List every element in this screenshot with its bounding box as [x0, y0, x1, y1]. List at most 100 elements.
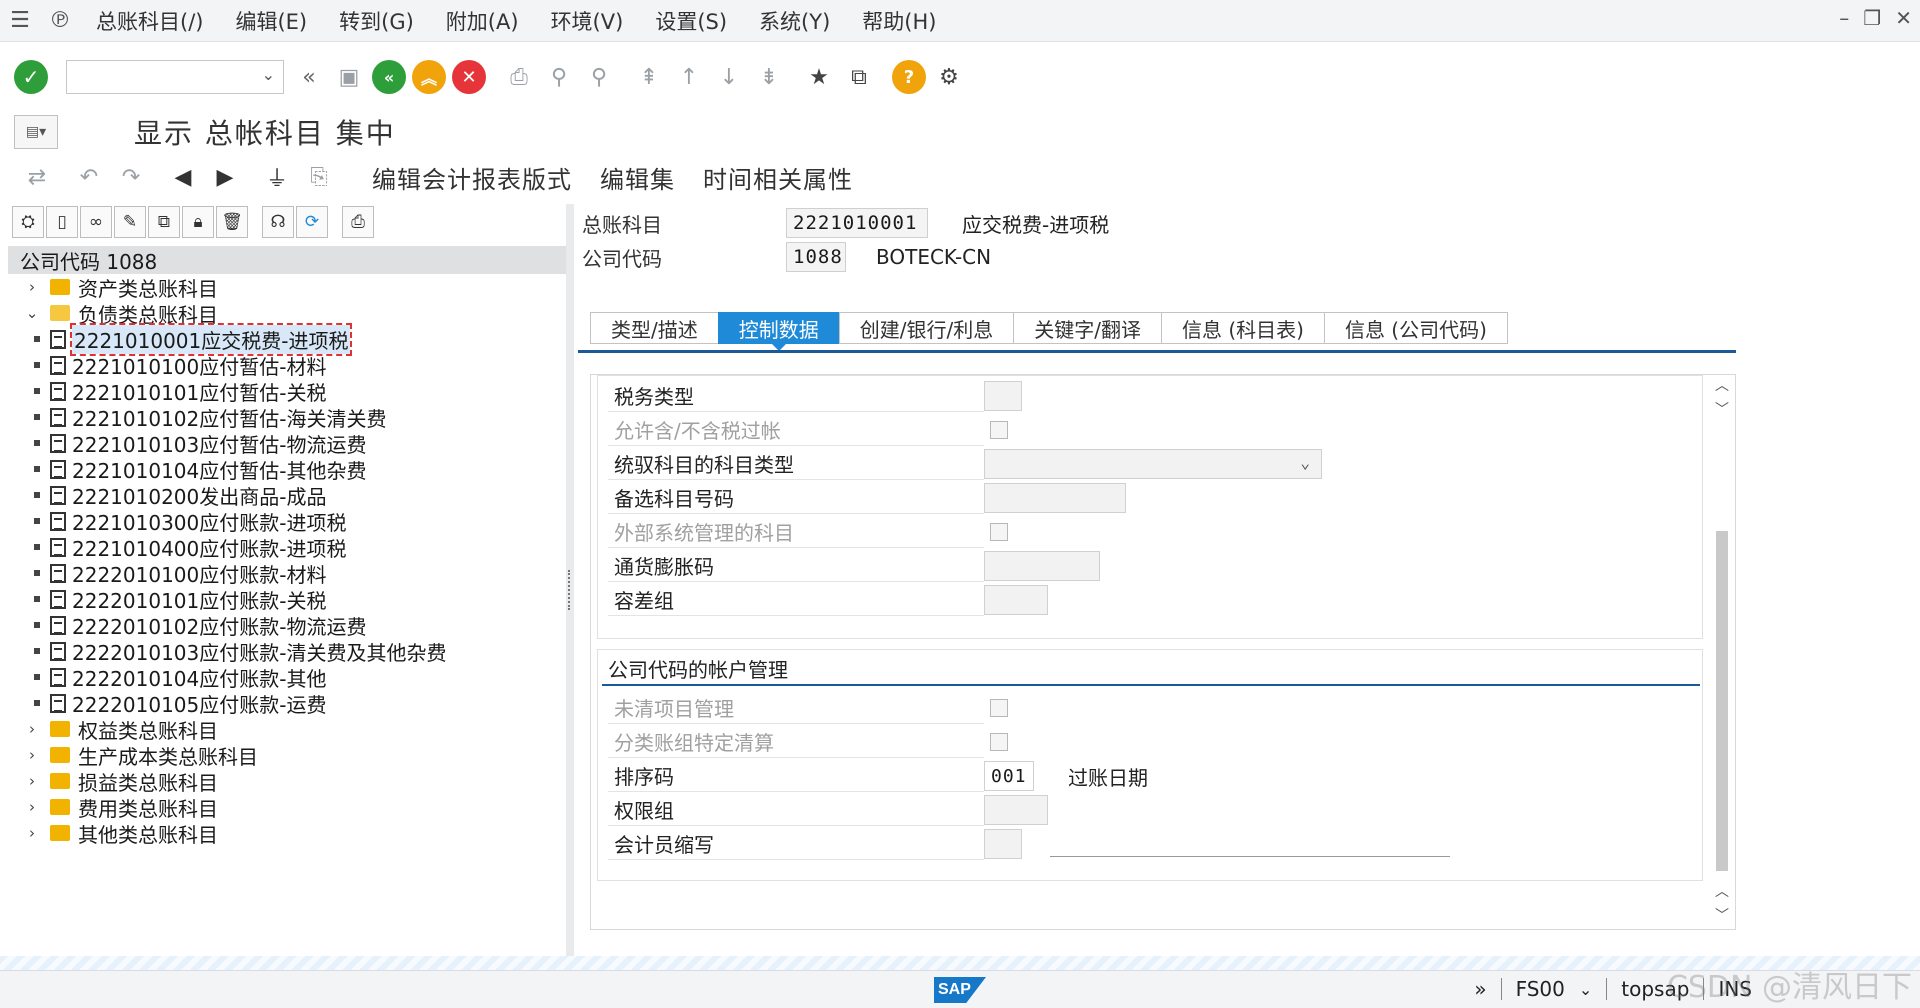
gl-account-field[interactable]: 2221010001: [786, 208, 928, 238]
restore-icon[interactable]: ❐: [1863, 6, 1881, 30]
scroll-up-bottom-icon[interactable]: ︿: [1712, 881, 1732, 905]
scroll-down-bottom-icon[interactable]: ﹀: [1712, 905, 1732, 929]
tree-folder[interactable]: › 费用类总账科目: [8, 794, 566, 821]
tree-leaf[interactable]: 2222010104应付账款-其他: [8, 664, 566, 691]
time-dependent-attributes-button[interactable]: 时间相关属性: [703, 160, 853, 195]
previous-page-icon[interactable]: ↑: [672, 60, 706, 94]
menu-gl-account[interactable]: 总账科目(/): [80, 6, 219, 36]
enter-icon[interactable]: ✓: [14, 60, 48, 94]
undo-icon[interactable]: ↶: [72, 160, 106, 194]
tab-keywords-translation[interactable]: 关键字/翻译: [1013, 312, 1161, 344]
tree-folder[interactable]: ⌄ 负债类总账科目: [8, 300, 566, 327]
chevron-down-icon[interactable]: ⌄: [1300, 453, 1311, 472]
company-code-field[interactable]: 1088: [786, 242, 846, 272]
sort-key-field[interactable]: 001: [984, 761, 1034, 791]
open-item-checkbox[interactable]: [990, 699, 1008, 717]
printer-icon[interactable]: ⎙: [342, 206, 374, 238]
print-icon[interactable]: ⎙: [502, 60, 536, 94]
menu-settings[interactable]: 设置(S): [639, 6, 743, 36]
menu-goto[interactable]: 转到(G): [323, 6, 430, 36]
tab-info-company-code[interactable]: 信息 (公司代码): [1323, 312, 1508, 344]
find-next-icon[interactable]: ⚲: [582, 60, 616, 94]
exit-icon[interactable]: ︽: [412, 60, 446, 94]
tree-leaf[interactable]: 2221010101应付暂估-关税: [8, 378, 566, 405]
edit-set-button[interactable]: 编辑集: [600, 160, 675, 195]
create-session-icon[interactable]: ★: [802, 60, 836, 94]
inflation-key-field[interactable]: [984, 551, 1100, 581]
tab-type-description[interactable]: 类型/描述: [590, 312, 718, 344]
tree-folder[interactable]: › 其他类总账科目: [8, 820, 566, 847]
expand-status-icon[interactable]: »: [1474, 977, 1486, 1001]
tree-leaf[interactable]: 2222010105应付账款-运费: [8, 690, 566, 717]
panel-splitter[interactable]: [566, 204, 574, 956]
trash-icon[interactable]: 🗑︎: [216, 206, 248, 238]
back-icon[interactable]: «: [372, 60, 406, 94]
tree-leaf[interactable]: 2221010103应付暂估-物流运费: [8, 430, 566, 457]
scrollbar-thumb[interactable]: [1716, 531, 1728, 871]
scroll-down-icon[interactable]: ﹀: [1712, 399, 1732, 423]
previous-icon[interactable]: ◀: [166, 160, 200, 194]
chevron-right-icon[interactable]: ›: [22, 772, 42, 790]
tolerance-group-field[interactable]: [984, 585, 1048, 615]
pencil-icon[interactable]: ✎: [114, 206, 146, 238]
menu-extras[interactable]: 附加(A): [430, 6, 535, 36]
menu-edit[interactable]: 编辑(E): [219, 6, 323, 36]
next-page-icon[interactable]: ↓: [712, 60, 746, 94]
scroll-up-icon[interactable]: ︿: [1712, 375, 1732, 399]
menu-help[interactable]: 帮助(H): [846, 6, 952, 36]
ledger-group-checkbox[interactable]: [990, 733, 1008, 751]
where-used-icon[interactable]: ⏚: [260, 160, 294, 194]
edit-fs-version-button[interactable]: 编辑会计报表版式: [372, 160, 572, 195]
sap-menu-icon[interactable]: ☰: [0, 0, 40, 42]
next-icon[interactable]: ▶: [208, 160, 242, 194]
customize-layout-icon[interactable]: ⚙: [932, 60, 966, 94]
headset-icon[interactable]: ☊: [262, 206, 294, 238]
tree-leaf[interactable]: 2221010001应交税费-进项税: [8, 322, 566, 356]
find-icon[interactable]: ⚲: [542, 60, 576, 94]
recon-account-select[interactable]: ⌄: [984, 449, 1322, 479]
tree-leaf[interactable]: 2222010103应付账款-清关费及其他杂费: [8, 638, 566, 665]
display-icon[interactable]: ∞: [80, 206, 112, 238]
copy-icon[interactable]: ⧉: [148, 206, 180, 238]
command-field[interactable]: ⌄: [66, 60, 284, 94]
other-object-icon[interactable]: ⇄: [20, 160, 54, 194]
close-window-icon[interactable]: ✕: [1895, 6, 1912, 30]
shortcut-icon[interactable]: ⧉: [842, 60, 876, 94]
tree-leaf[interactable]: 2221010100应付暂估-材料: [8, 352, 566, 379]
tab-control-data[interactable]: 控制数据: [717, 312, 839, 351]
tree-folder[interactable]: › 生产成本类总账科目: [8, 742, 566, 769]
chevron-right-icon[interactable]: ›: [22, 278, 42, 296]
chevron-right-icon[interactable]: ›: [22, 824, 42, 842]
alt-account-field[interactable]: [984, 483, 1126, 513]
chevron-down-icon[interactable]: ⌄: [22, 304, 42, 322]
tree-leaf[interactable]: 2221010104应付暂估-其他杂费: [8, 456, 566, 483]
post-without-tax-checkbox[interactable]: [990, 421, 1008, 439]
chevron-right-icon[interactable]: ›: [22, 720, 42, 738]
document-icon[interactable]: ⎘: [302, 160, 336, 194]
menu-options-icon[interactable]: ▤▾: [14, 115, 58, 149]
new-document-icon[interactable]: ▯: [46, 206, 78, 238]
tree-leaf[interactable]: 2221010400应付账款-进项税: [8, 534, 566, 561]
tree-leaf[interactable]: 2221010300应付账款-进项税: [8, 508, 566, 535]
back-double-icon[interactable]: «: [292, 60, 326, 94]
chevron-right-icon[interactable]: ›: [22, 746, 42, 764]
auth-group-field[interactable]: [984, 795, 1048, 825]
tab-info-chart-of-accounts[interactable]: 信息 (科目表): [1160, 312, 1324, 344]
minimize-icon[interactable]: –: [1839, 6, 1849, 30]
save-icon[interactable]: ▣: [332, 60, 366, 94]
refresh-icon[interactable]: ⟳: [296, 206, 328, 238]
tree-leaf[interactable]: 2222010102应付账款-物流运费: [8, 612, 566, 639]
help-icon[interactable]: ?: [892, 60, 926, 94]
menu-system[interactable]: 系统(Y): [743, 6, 846, 36]
chevron-down-icon[interactable]: ⌄: [262, 65, 275, 84]
tax-category-field[interactable]: [984, 381, 1022, 411]
tree-folder[interactable]: › 资产类总账科目: [8, 274, 566, 301]
redo-icon[interactable]: ↷: [114, 160, 148, 194]
first-page-icon[interactable]: ⇞: [632, 60, 666, 94]
accounting-clerk-field[interactable]: [984, 829, 1022, 859]
binoculars-icon[interactable]: ⛭: [12, 206, 44, 238]
last-page-icon[interactable]: ⇟: [752, 60, 786, 94]
tab-create-bank-interest[interactable]: 创建/银行/利息: [838, 312, 1014, 344]
tree-folder[interactable]: › 权益类总账科目: [8, 716, 566, 743]
menu-environment[interactable]: 环境(V): [535, 6, 640, 36]
